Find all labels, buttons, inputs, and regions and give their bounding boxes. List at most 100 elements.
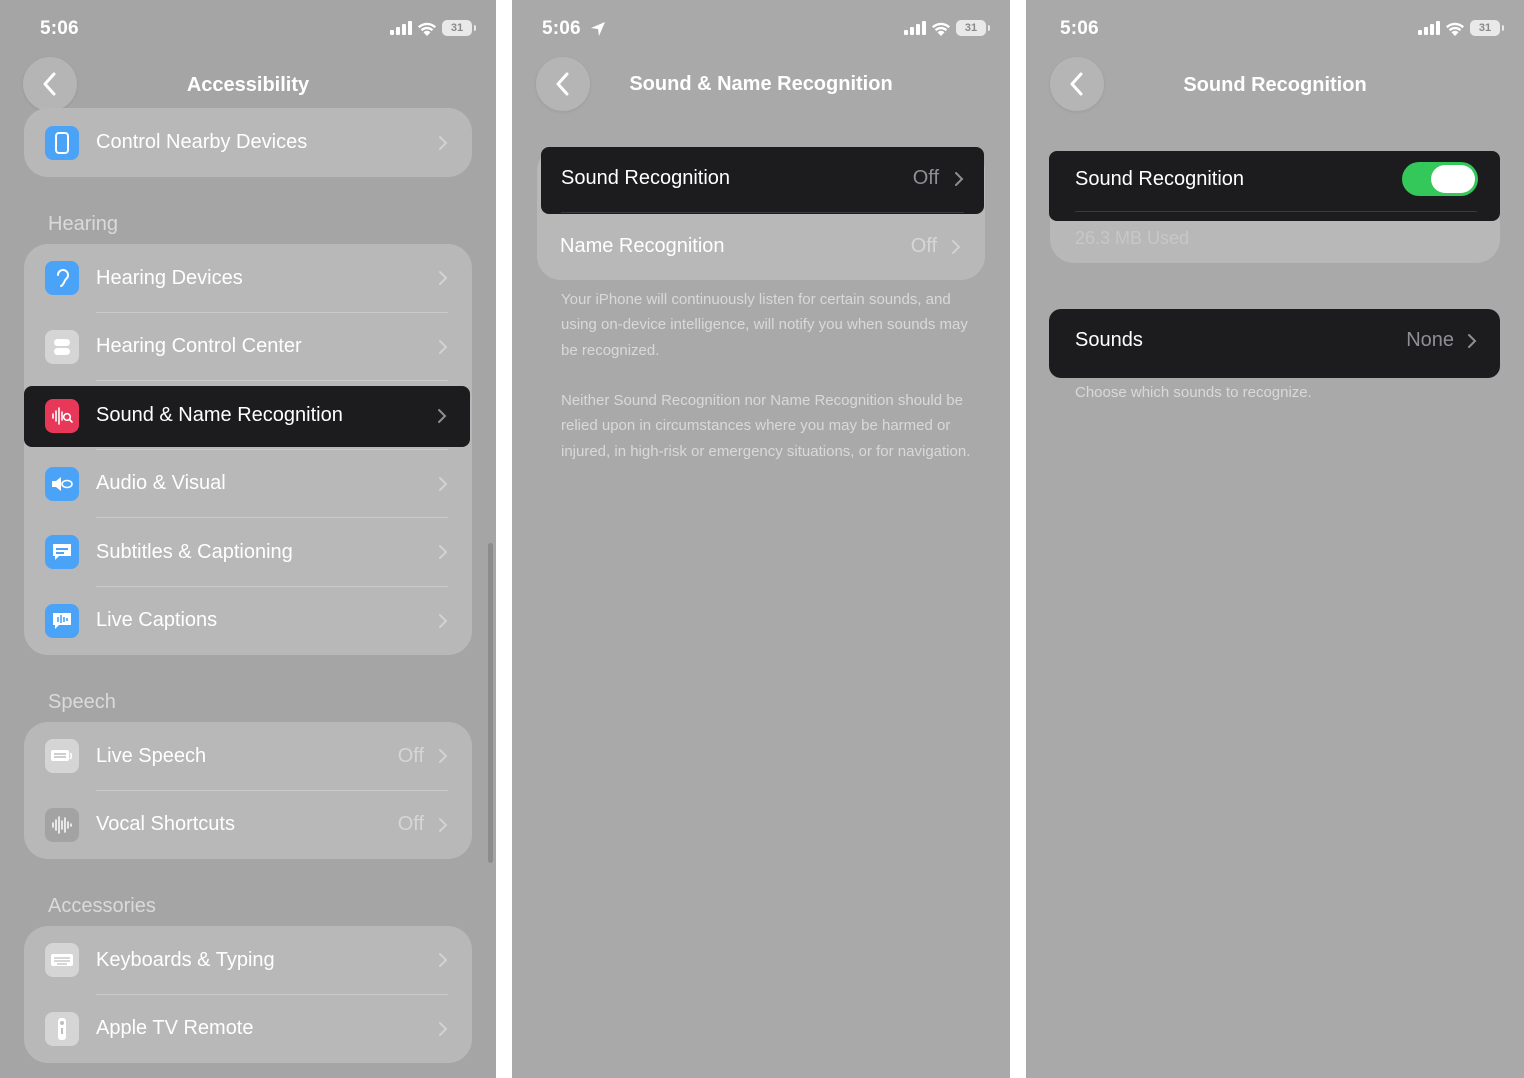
footnote-choose-sounds: Choose which sounds to recognize. — [1075, 384, 1312, 401]
sound-recognition-toggle[interactable] — [1402, 162, 1478, 196]
status-icons: 31 — [1418, 20, 1504, 36]
page-title: Sound Recognition — [1183, 74, 1367, 96]
status-time: 5:06 — [40, 18, 79, 39]
list-group-top: Control Nearby Devices — [24, 108, 472, 177]
chevron-right-icon — [438, 409, 447, 423]
list-item-name-recognition[interactable]: Name Recognition Off — [537, 213, 985, 280]
chevron-right-icon — [955, 172, 964, 186]
page-title: Accessibility — [186, 74, 310, 96]
chevron-right-icon — [439, 339, 448, 354]
chevron-right-icon — [952, 239, 961, 254]
list-item-hearing-devices[interactable]: Hearing Devices — [24, 244, 472, 313]
item-label: Vocal Shortcuts — [96, 813, 235, 836]
list-group-speech: Live Speech Off Vocal Shortcuts Off — [24, 722, 472, 859]
wifi-icon — [418, 22, 436, 36]
item-value: Off — [912, 167, 939, 189]
item-value: None — [1406, 329, 1454, 351]
item-label: Hearing Devices — [96, 266, 243, 289]
item-label: Sound Recognition — [561, 167, 731, 189]
list-item-subtitles-captioning[interactable]: Subtitles & Captioning — [24, 518, 472, 587]
separator — [1075, 211, 1477, 212]
item-value: Off — [910, 235, 937, 257]
list-item-live-speech[interactable]: Live Speech Off — [24, 722, 472, 791]
tv-remote-icon — [45, 1011, 79, 1046]
chevron-right-icon — [439, 271, 448, 286]
item-label: Live Speech — [96, 744, 207, 767]
panel-divider — [496, 0, 512, 1078]
section-header-speech: Speech — [48, 691, 116, 713]
chevron-right-icon — [439, 817, 448, 832]
speaker-eye-icon — [45, 466, 79, 501]
battery-icon: 31 — [442, 20, 476, 36]
list-item-sounds[interactable]: Sounds None — [1049, 309, 1500, 378]
keyboard-speech-icon — [45, 739, 79, 774]
list-item-live-captions[interactable]: Live Captions — [24, 587, 472, 656]
list-item-sound-recognition-toggle: Sound Recognition — [1049, 151, 1500, 221]
item-label: Name Recognition — [560, 235, 725, 257]
cellular-signal-icon — [1418, 21, 1440, 35]
footnote-continuous-listening: Your iPhone will continuously listen for… — [561, 291, 968, 359]
item-label: Sound & Name Recognition — [96, 404, 343, 426]
item-value: Off — [397, 744, 424, 767]
status-time: 5:06 — [542, 18, 581, 39]
chevron-right-icon — [439, 545, 448, 560]
list-group-hearing: Hearing Devices Hearing Control Center A… — [24, 244, 472, 655]
sound-name-recognition-screen: 5:06 31 Sound & Name Recognition Name Re… — [512, 0, 1010, 1078]
wifi-icon — [932, 22, 950, 36]
scrollbar[interactable] — [488, 543, 493, 863]
section-header-accessories: Accessories — [48, 895, 156, 917]
item-label: Sound Recognition — [1075, 168, 1245, 190]
status-icons: 31 — [390, 20, 476, 36]
item-value: Off — [397, 813, 424, 836]
cellular-signal-icon — [390, 21, 412, 35]
chevron-right-icon — [1468, 334, 1477, 348]
separator — [561, 212, 964, 213]
item-label: Keyboards & Typing — [96, 948, 275, 971]
sound-waveform-search-icon — [45, 399, 79, 433]
list-group-accessories: Keyboards & Typing Apple TV Remote — [24, 926, 472, 1063]
list-item-sound-recognition[interactable]: Sound Recognition Off — [541, 147, 984, 214]
page-title: Sound & Name Recognition — [629, 73, 893, 95]
list-item-keyboards-typing[interactable]: Keyboards & Typing — [24, 926, 472, 995]
list-item-sound-name-recognition[interactable]: Sound & Name Recognition — [24, 386, 470, 447]
ear-icon — [45, 261, 79, 296]
panel-divider — [1010, 0, 1026, 1078]
item-label: Audio & Visual — [96, 472, 226, 495]
chevron-right-icon — [439, 1021, 448, 1036]
keyboard-icon — [45, 943, 79, 978]
chevron-right-icon — [439, 953, 448, 968]
list-item-control-nearby-devices[interactable]: Control Nearby Devices — [24, 108, 472, 177]
location-arrow-icon — [591, 22, 605, 36]
status-time: 5:06 — [1060, 18, 1099, 39]
chevron-right-icon — [439, 135, 448, 150]
waveform-icon — [45, 807, 79, 842]
status-icons: 31 — [904, 20, 990, 36]
battery-icon: 31 — [956, 20, 990, 36]
list-item-apple-tv-remote[interactable]: Apple TV Remote — [24, 995, 472, 1064]
toggles-icon — [45, 329, 79, 364]
battery-icon: 31 — [1470, 20, 1504, 36]
item-label: Subtitles & Captioning — [96, 540, 293, 563]
chevron-right-icon — [439, 476, 448, 491]
storage-used-label: 26.3 MB Used — [1075, 228, 1190, 248]
live-caption-icon — [45, 603, 79, 638]
item-label: Control Nearby Devices — [96, 131, 308, 153]
item-label: Hearing Control Center — [96, 335, 302, 358]
accessibility-screen: 5:06 31 Accessibility Control Nearby Dev… — [0, 0, 496, 1078]
list-item-hearing-control-center[interactable]: Hearing Control Center — [24, 313, 472, 381]
wifi-icon — [1446, 22, 1464, 36]
footnote-disclaimer: Neither Sound Recognition nor Name Recog… — [561, 392, 971, 460]
caption-bubble-icon — [45, 535, 79, 570]
chevron-right-icon — [439, 613, 448, 628]
cellular-signal-icon — [904, 21, 926, 35]
item-label: Apple TV Remote — [96, 1017, 254, 1040]
item-label: Live Captions — [96, 609, 218, 632]
toggle-knob — [1431, 165, 1475, 193]
list-item-audio-visual[interactable]: Audio & Visual — [24, 450, 472, 518]
section-header-hearing: Hearing — [48, 213, 119, 235]
item-label: Sounds — [1075, 329, 1143, 351]
list-item-vocal-shortcuts[interactable]: Vocal Shortcuts Off — [24, 791, 472, 860]
chevron-right-icon — [439, 749, 448, 764]
sound-recognition-screen: 5:06 31 Sound Recognition 26.3 MB Used S… — [1026, 0, 1524, 1078]
remote-device-icon — [45, 125, 79, 160]
